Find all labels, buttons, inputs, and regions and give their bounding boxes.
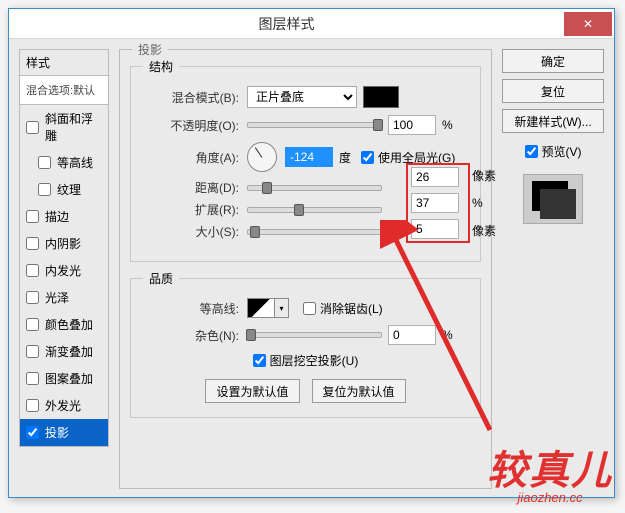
size-label: 大小(S): <box>141 223 239 240</box>
highlight-inputs-box <box>406 163 470 243</box>
dialog-title: 图层样式 <box>9 14 564 34</box>
noise-row: 杂色(N): % <box>141 325 470 345</box>
distance-input[interactable] <box>411 167 459 187</box>
style-item-texture[interactable]: 纹理 <box>20 176 108 203</box>
dialog-content: 样式 混合选项:默认 斜面和浮雕 等高线 纹理 描边 内阴影 内发光 光泽 颜色… <box>9 39 614 497</box>
style-check-inner-glow[interactable] <box>26 264 39 277</box>
size-slider[interactable] <box>247 229 382 235</box>
style-check-pattern-overlay[interactable] <box>26 372 39 385</box>
ok-button[interactable]: 确定 <box>502 49 604 73</box>
distance-label: 距离(D): <box>141 179 239 196</box>
style-item-gradient-overlay[interactable]: 渐变叠加 <box>20 338 108 365</box>
distance-unit: 像素 <box>472 167 502 184</box>
size-unit: 像素 <box>472 222 502 239</box>
style-check-texture[interactable] <box>38 183 51 196</box>
style-check-satin[interactable] <box>26 291 39 304</box>
opacity-label: 不透明度(O): <box>141 117 239 134</box>
style-item-outer-glow[interactable]: 外发光 <box>20 392 108 419</box>
contour-label: 等高线: <box>141 300 239 317</box>
style-item-stroke[interactable]: 描边 <box>20 203 108 230</box>
layer-style-dialog: 图层样式 ✕ 样式 混合选项:默认 斜面和浮雕 等高线 纹理 描边 内阴影 内发… <box>8 8 615 498</box>
spread-input[interactable] <box>411 193 459 213</box>
knockout-label: 图层挖空投影(U) <box>270 352 359 369</box>
style-item-contour[interactable]: 等高线 <box>20 149 108 176</box>
preview-row: 预览(V) <box>502 143 604 160</box>
styles-header: 样式 <box>19 49 109 76</box>
style-item-bevel[interactable]: 斜面和浮雕 <box>20 105 108 149</box>
structure-title: 结构 <box>143 58 179 75</box>
right-panel: 确定 复位 新建样式(W)... 预览(V) <box>502 49 604 487</box>
shadow-color-swatch[interactable] <box>363 86 399 108</box>
angle-input[interactable] <box>285 147 333 167</box>
style-check-contour[interactable] <box>38 156 51 169</box>
style-check-drop-shadow[interactable] <box>26 426 39 439</box>
drop-shadow-title: 投影 <box>132 41 168 58</box>
antialias-checkbox[interactable] <box>303 302 316 315</box>
noise-label: 杂色(N): <box>141 327 239 344</box>
structure-group: 结构 混合模式(B): 正片叠底 不透明度(O): % 角度(A): <box>130 66 481 262</box>
styles-list: 斜面和浮雕 等高线 纹理 描边 内阴影 内发光 光泽 颜色叠加 渐变叠加 图案叠… <box>19 105 109 447</box>
unit-col: 像素 % 像素 <box>472 167 502 239</box>
noise-unit: % <box>442 328 453 342</box>
spread-slider[interactable] <box>247 207 382 213</box>
titlebar: 图层样式 ✕ <box>9 9 614 39</box>
spread-label: 扩展(R): <box>141 201 239 218</box>
quality-title: 品质 <box>143 270 179 287</box>
style-check-color-overlay[interactable] <box>26 318 39 331</box>
distance-slider[interactable] <box>247 185 382 191</box>
styles-panel: 样式 混合选项:默认 斜面和浮雕 等高线 纹理 描边 内阴影 内发光 光泽 颜色… <box>19 49 109 487</box>
style-item-pattern-overlay[interactable]: 图案叠加 <box>20 365 108 392</box>
style-check-inner-shadow[interactable] <box>26 237 39 250</box>
preview-checkbox[interactable] <box>525 145 538 158</box>
antialias-label: 消除锯齿(L) <box>320 300 383 317</box>
close-button[interactable]: ✕ <box>564 12 612 36</box>
noise-slider[interactable] <box>247 332 382 338</box>
blend-mode-select[interactable]: 正片叠底 <box>247 86 357 108</box>
knockout-row: 图层挖空投影(U) <box>141 352 470 369</box>
preview-label: 预览(V) <box>542 143 582 160</box>
global-light-checkbox[interactable] <box>361 151 374 164</box>
blend-mode-row: 混合模式(B): 正片叠底 <box>141 86 470 108</box>
opacity-input[interactable] <box>388 115 436 135</box>
angle-label: 角度(A): <box>141 149 239 166</box>
size-input[interactable] <box>411 219 459 239</box>
contour-picker[interactable] <box>247 298 275 318</box>
make-default-button[interactable]: 设置为默认值 <box>205 379 299 403</box>
cancel-button[interactable]: 复位 <box>502 79 604 103</box>
style-item-inner-shadow[interactable]: 内阴影 <box>20 230 108 257</box>
style-check-outer-glow[interactable] <box>26 399 39 412</box>
chevron-down-icon[interactable]: ▾ <box>275 298 289 318</box>
default-buttons-row: 设置为默认值 复位为默认值 <box>141 379 470 403</box>
close-icon: ✕ <box>583 17 593 31</box>
style-item-drop-shadow[interactable]: 投影 <box>20 419 108 446</box>
center-panel: 投影 结构 混合模式(B): 正片叠底 不透明度(O): % <box>119 49 492 487</box>
reset-default-button[interactable]: 复位为默认值 <box>312 379 406 403</box>
noise-input[interactable] <box>388 325 436 345</box>
style-item-inner-glow[interactable]: 内发光 <box>20 257 108 284</box>
style-check-stroke[interactable] <box>26 210 39 223</box>
knockout-checkbox[interactable] <box>253 354 266 367</box>
blend-mode-label: 混合模式(B): <box>141 89 239 106</box>
new-style-button[interactable]: 新建样式(W)... <box>502 109 604 133</box>
opacity-slider[interactable] <box>247 122 382 128</box>
spread-unit: % <box>472 196 502 210</box>
angle-unit: 度 <box>339 149 351 166</box>
style-item-color-overlay[interactable]: 颜色叠加 <box>20 311 108 338</box>
watermark: 较真儿 jiaozhen.cc <box>487 438 613 505</box>
drop-shadow-fieldset: 投影 结构 混合模式(B): 正片叠底 不透明度(O): % <box>119 49 492 489</box>
style-check-gradient-overlay[interactable] <box>26 345 39 358</box>
style-check-bevel[interactable] <box>26 121 39 134</box>
angle-dial[interactable] <box>247 142 277 172</box>
opacity-row: 不透明度(O): % <box>141 115 470 135</box>
preview-canvas <box>523 174 583 224</box>
contour-row: 等高线: ▾ 消除锯齿(L) <box>141 298 470 318</box>
preview-front-icon <box>540 189 576 219</box>
style-item-satin[interactable]: 光泽 <box>20 284 108 311</box>
opacity-unit: % <box>442 118 453 132</box>
blend-options-default[interactable]: 混合选项:默认 <box>19 76 109 105</box>
quality-group: 品质 等高线: ▾ 消除锯齿(L) 杂色(N): % <box>130 278 481 418</box>
